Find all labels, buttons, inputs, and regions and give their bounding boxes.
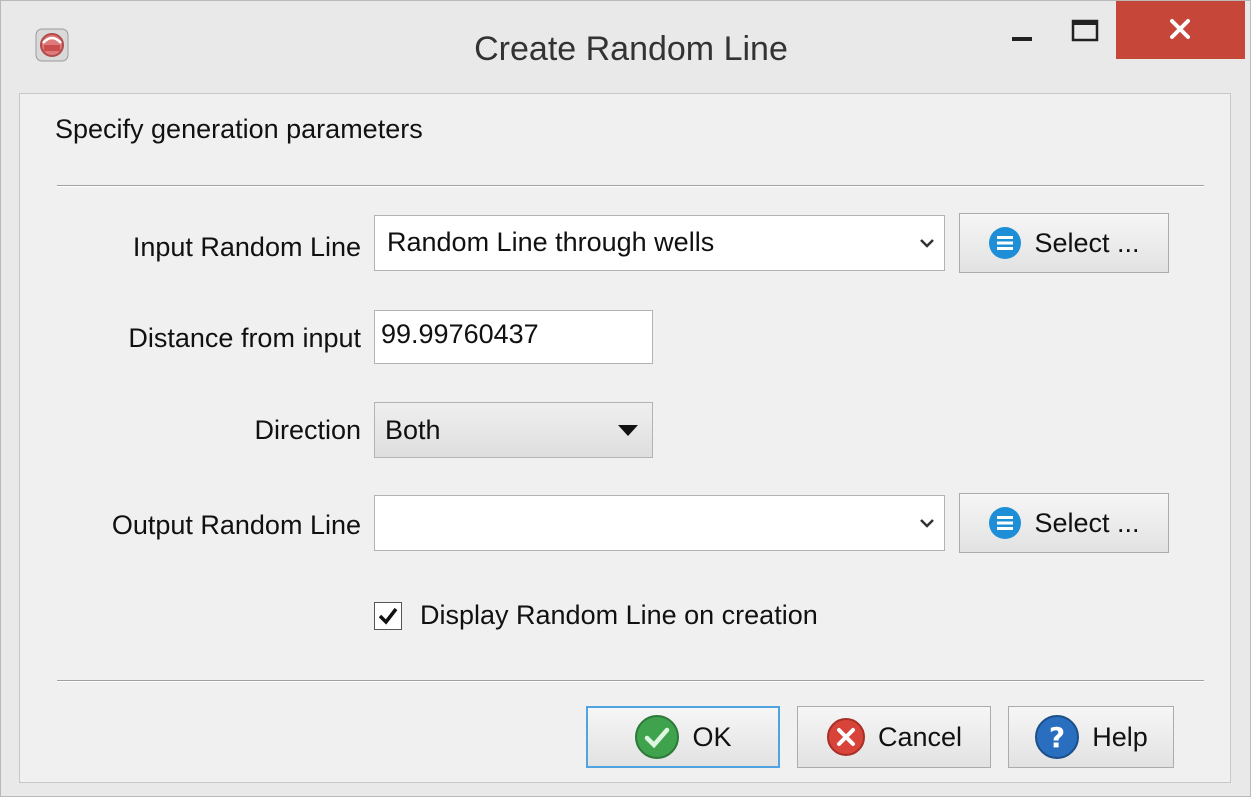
output-select-label: Select ... <box>1034 507 1140 538</box>
input-random-line-label: Input Random Line <box>132 232 361 262</box>
dialog-content: Specify generation parameters Input Rand… <box>19 93 1231 783</box>
display-on-creation-label[interactable]: Display Random Line on creation <box>420 600 818 631</box>
maximize-button[interactable] <box>1056 1 1116 59</box>
direction-label: Direction <box>254 415 361 445</box>
close-icon <box>1170 19 1190 39</box>
list-icon <box>989 507 1022 539</box>
checkmark-icon <box>378 607 398 625</box>
list-icon <box>989 227 1022 259</box>
caret-down-icon <box>618 425 638 436</box>
maximize-icon <box>1071 19 1099 42</box>
cancel-button[interactable]: Cancel <box>797 706 991 768</box>
ok-button[interactable]: OK <box>586 706 780 768</box>
minimize-button[interactable] <box>994 1 1054 59</box>
cancel-label: Cancel <box>877 721 963 752</box>
help-label: Help <box>1092 721 1148 752</box>
input-select-label: Select ... <box>1034 227 1140 258</box>
output-random-line-combo[interactable] <box>374 495 945 551</box>
display-on-creation-checkbox[interactable] <box>374 602 402 630</box>
dialog-window: Create Random Line Specify generation pa… <box>0 0 1251 797</box>
bottom-separator <box>57 680 1204 682</box>
distance-label: Distance from input <box>128 323 361 353</box>
title-bar[interactable]: Create Random Line <box>1 1 1250 93</box>
input-random-line-value: Random Line through wells <box>387 227 715 257</box>
app-icon <box>35 28 69 62</box>
top-separator <box>57 185 1204 187</box>
cancel-icon <box>826 718 865 756</box>
window-title: Create Random Line <box>474 30 788 68</box>
help-icon: ? <box>1035 715 1080 759</box>
close-button[interactable] <box>1116 1 1245 59</box>
check-circle-icon <box>635 715 680 759</box>
ok-label: OK <box>692 721 732 752</box>
chevron-down-icon <box>920 519 934 528</box>
minimize-icon <box>1012 37 1032 41</box>
direction-value: Both <box>385 415 441 445</box>
svg-text:?: ? <box>1049 721 1065 754</box>
output-select-button[interactable]: Select ... <box>959 493 1169 553</box>
dialog-header-text: Specify generation parameters <box>55 114 423 144</box>
direction-select[interactable]: Both <box>374 402 653 458</box>
distance-input[interactable]: 99.99760437 <box>374 310 653 364</box>
input-random-line-combo[interactable]: Random Line through wells <box>374 215 945 271</box>
help-button[interactable]: ? Help <box>1008 706 1174 768</box>
input-select-button[interactable]: Select ... <box>959 213 1169 273</box>
chevron-down-icon <box>920 239 934 248</box>
output-random-line-label: Output Random Line <box>111 510 361 540</box>
